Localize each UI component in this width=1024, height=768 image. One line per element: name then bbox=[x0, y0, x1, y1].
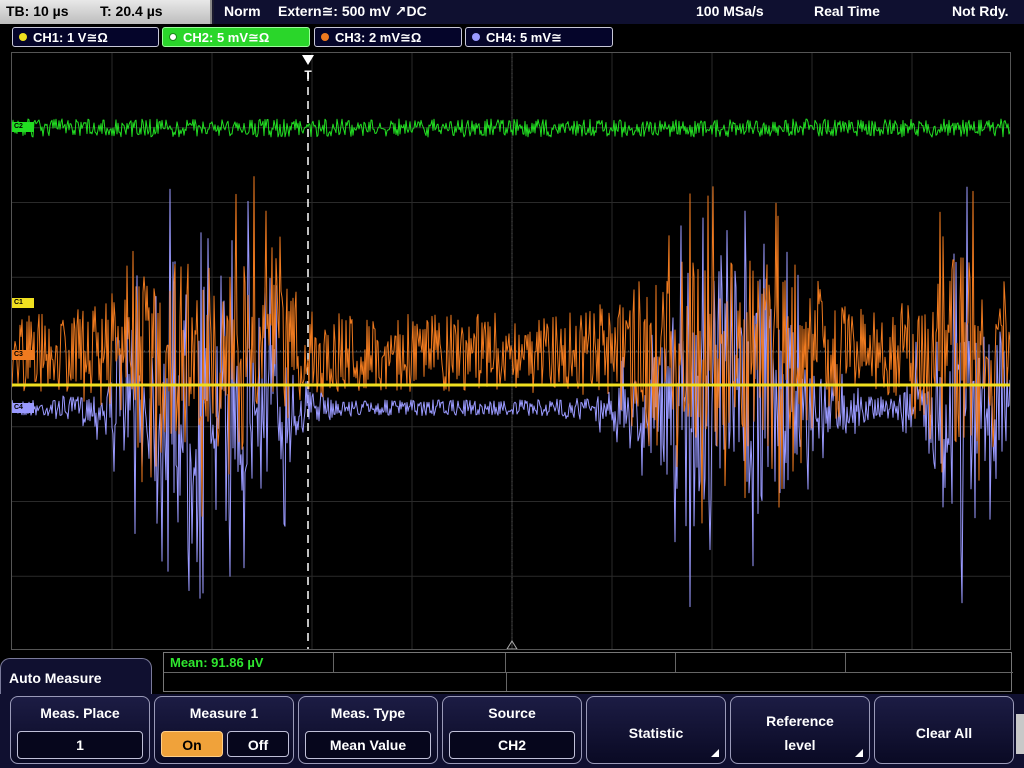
ch3-color-dot bbox=[321, 33, 329, 41]
submenu-arrow-icon bbox=[711, 749, 719, 757]
ch3-label: CH3: 2 mV≅Ω bbox=[335, 30, 422, 45]
acquisition-mode: Real Time bbox=[814, 3, 880, 19]
result-cell-2 bbox=[334, 653, 506, 673]
trigger-source[interactable]: Extern≅: 500 mV ↗DC bbox=[278, 3, 427, 20]
ch1-label: CH1: 1 V≅Ω bbox=[33, 30, 108, 45]
ch1-offset-marker[interactable]: C1 bbox=[12, 298, 34, 308]
meas-type-value[interactable]: Mean Value bbox=[305, 731, 431, 759]
statistic-button[interactable]: Statistic bbox=[586, 696, 726, 764]
channel-tab-ch2[interactable]: CH2: 5 mV≅Ω bbox=[162, 27, 310, 47]
measure-1-button[interactable]: Measure 1 On Off bbox=[154, 696, 294, 764]
measure-1-label: Measure 1 bbox=[189, 705, 259, 721]
run-status: Not Rdy. bbox=[952, 3, 1009, 19]
horizontal-center-icon bbox=[506, 640, 518, 649]
acquisition-status: Norm Extern≅: 500 mV ↗DC 100 MSa/s Real … bbox=[214, 0, 1024, 24]
side-scroll-handle[interactable] bbox=[1016, 714, 1024, 754]
reference-level-button[interactable]: Reference level bbox=[730, 696, 870, 764]
statistic-label: Statistic bbox=[628, 725, 684, 741]
measurement-results: Mean: 91.86 µV bbox=[163, 652, 1013, 692]
timebase-box[interactable]: TB: 10 µs T: 20.4 µs bbox=[0, 0, 212, 24]
sample-rate: 100 MSa/s bbox=[696, 3, 764, 19]
reference-level-label: level bbox=[784, 737, 816, 753]
trigger-position-icon[interactable]: T bbox=[298, 53, 318, 83]
ch4-marker-text: C4 bbox=[14, 404, 23, 411]
meas-place-label: Meas. Place bbox=[40, 705, 120, 721]
meas-place-value[interactable]: 1 bbox=[17, 731, 143, 759]
ch1-color-dot bbox=[19, 33, 27, 41]
reference-label: Reference bbox=[766, 713, 834, 729]
ch2-offset-marker[interactable]: C2 bbox=[12, 122, 34, 132]
waveform-display[interactable]: T C2 C1 C3 C4 bbox=[11, 52, 1011, 650]
meas-type-label: Meas. Type bbox=[330, 705, 406, 721]
channel-tab-ch4[interactable]: CH4: 5 mV≅ bbox=[465, 27, 613, 47]
trigger-time-readout: T: 20.4 µs bbox=[100, 3, 163, 19]
timebase-readout: TB: 10 µs bbox=[6, 3, 69, 19]
submenu-arrow-icon bbox=[855, 749, 863, 757]
result-cell-5 bbox=[846, 653, 1013, 673]
clear-all-button[interactable]: Clear All bbox=[874, 696, 1014, 764]
result-cell-4 bbox=[676, 653, 846, 673]
ch4-offset-marker[interactable]: C4 bbox=[12, 403, 34, 413]
result-cell-3 bbox=[506, 653, 676, 673]
meas-place-button[interactable]: Meas. Place 1 bbox=[10, 696, 150, 764]
channel-bar: CH1: 1 V≅Ω CH2: 5 mV≅Ω CH3: 2 mV≅Ω CH4: … bbox=[0, 24, 1024, 50]
source-button[interactable]: Source CH2 bbox=[442, 696, 582, 764]
channel-tab-ch1[interactable]: CH1: 1 V≅Ω bbox=[12, 27, 159, 47]
ch3-marker-text: C3 bbox=[14, 351, 23, 358]
clear-all-label: Clear All bbox=[915, 725, 973, 741]
measure-on-toggle[interactable]: On bbox=[161, 731, 223, 757]
waveform-canvas bbox=[12, 53, 1010, 649]
trigger-mode[interactable]: Norm bbox=[224, 3, 261, 19]
status-bar: TB: 10 µs T: 20.4 µs Norm Extern≅: 500 m… bbox=[0, 0, 1024, 24]
result-cell-1: Mean: 91.86 µV bbox=[164, 653, 334, 673]
trigger-marker-label: T bbox=[304, 68, 312, 82]
ch4-label: CH4: 5 mV≅ bbox=[486, 30, 562, 45]
menu-title-tab: Auto Measure bbox=[0, 658, 152, 694]
ch4-color-dot bbox=[472, 33, 480, 41]
source-label: Source bbox=[488, 705, 536, 721]
ch2-color-dot bbox=[169, 33, 177, 41]
channel-tab-ch3[interactable]: CH3: 2 mV≅Ω bbox=[314, 27, 462, 47]
ch2-label: CH2: 5 mV≅Ω bbox=[183, 30, 270, 45]
mean-result: Mean: 91.86 µV bbox=[170, 655, 264, 670]
meas-type-button[interactable]: Meas. Type Mean Value bbox=[298, 696, 438, 764]
measure-off-toggle[interactable]: Off bbox=[227, 731, 289, 757]
ch2-marker-text: C2 bbox=[14, 123, 23, 130]
result-divider bbox=[506, 673, 507, 691]
menu-title: Auto Measure bbox=[9, 670, 102, 686]
ch3-offset-marker[interactable]: C3 bbox=[12, 350, 34, 360]
source-value[interactable]: CH2 bbox=[449, 731, 575, 759]
softkey-bar: Meas. Place 1 Measure 1 On Off Meas. Typ… bbox=[0, 694, 1024, 768]
ch1-marker-text: C1 bbox=[14, 299, 23, 306]
